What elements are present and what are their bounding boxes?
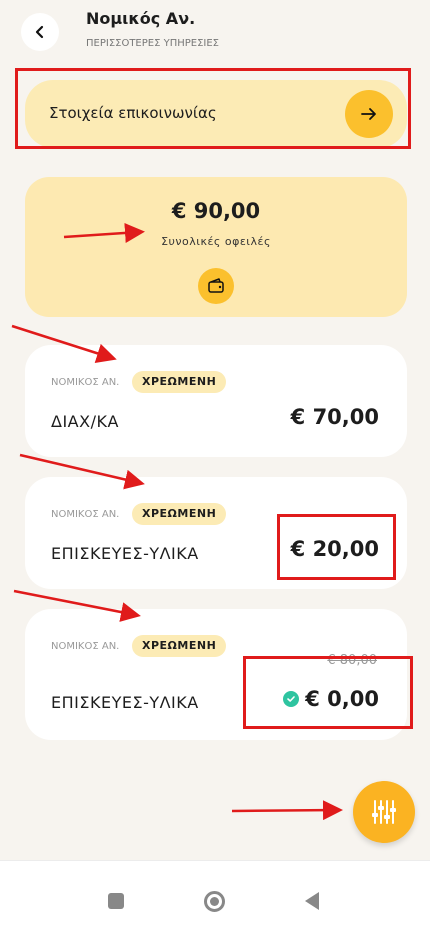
arrow-fab: [231, 800, 343, 821]
status-badge: ΧΡΕΩΜΕΝΗ: [132, 503, 227, 525]
sliders-icon: [372, 800, 396, 824]
status-badge: ΧΡΕΩΜΕΝΗ: [132, 635, 227, 657]
page-title: Νομικός Αν.: [86, 9, 196, 28]
charge-owner: ΝΟΜΙΚΟΣ ΑΝ.: [51, 377, 120, 388]
home-button[interactable]: [204, 891, 225, 912]
charge-owner: ΝΟΜΙΚΟΣ ΑΝ.: [51, 509, 120, 520]
recents-button[interactable]: [108, 893, 124, 909]
charge-owner: ΝΟΜΙΚΟΣ ΑΝ.: [51, 641, 120, 652]
total-amount: € 90,00: [171, 199, 261, 223]
charge-name: ΕΠΙΣΚΕΥΕΣ-ΥΛΙΚΑ: [51, 544, 199, 563]
wallet-button[interactable]: [198, 268, 234, 304]
charge-price: € 70,00: [290, 405, 379, 429]
charge-name: ΔΙΑΧ/ΚΑ: [51, 412, 119, 431]
annotation-box-discount: [243, 656, 413, 729]
chevron-left-icon: [35, 25, 44, 39]
wallet-icon: [208, 278, 224, 293]
charge-name: ΕΠΙΣΚΕΥΕΣ-ΥΛΙΚΑ: [51, 693, 199, 712]
filter-fab-button[interactable]: [353, 781, 415, 843]
back-nav-button[interactable]: [305, 892, 319, 910]
annotation-box-price: [277, 514, 396, 580]
system-nav-bar: [0, 860, 430, 927]
annotation-box-contact: [15, 68, 411, 149]
app-header: Νομικός Αν. ΠΕΡΙΣΣΟΤΕΡΕΣ ΥΠΗΡΕΣΙΕΣ: [0, 0, 430, 60]
total-debts-card: € 90,00 Συνολικές οφειλές: [25, 177, 407, 317]
total-label: Συνολικές οφειλές: [161, 235, 271, 248]
back-button[interactable]: [21, 13, 59, 51]
page-subtitle: ΠΕΡΙΣΣΟΤΕΡΕΣ ΥΠΗΡΕΣΙΕΣ: [86, 38, 219, 49]
status-badge: ΧΡΕΩΜΕΝΗ: [132, 371, 227, 393]
charge-card[interactable]: ΝΟΜΙΚΟΣ ΑΝ. ΧΡΕΩΜΕΝΗ ΔΙΑΧ/ΚΑ € 70,00: [25, 345, 407, 457]
